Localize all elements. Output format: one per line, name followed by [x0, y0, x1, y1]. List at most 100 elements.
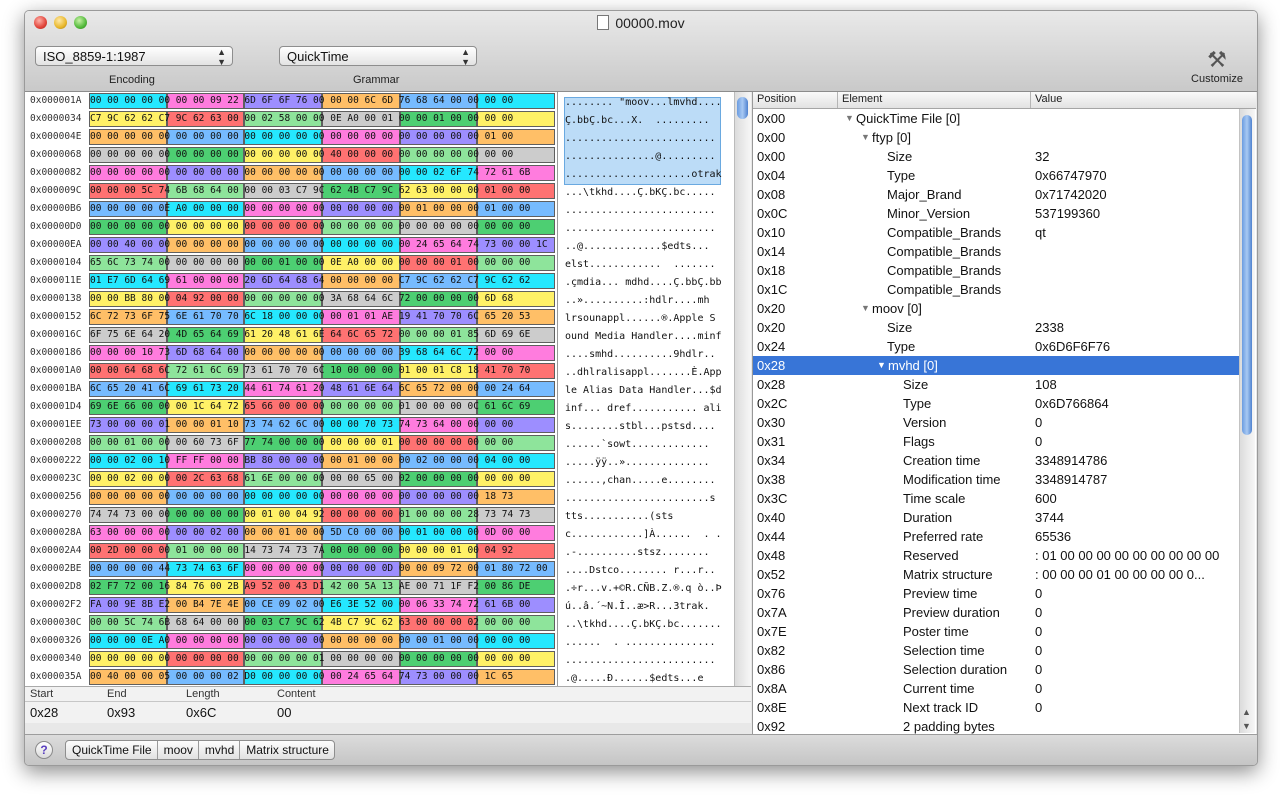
outline-row[interactable]: 0x48 Reserved: 01 00 00 00 00 00 00 00 00…	[753, 546, 1239, 565]
hex-row[interactable]: 0x000023C 00 00 02 00 00 00 2C 63 68 61 6…	[25, 470, 557, 488]
hex-bytes[interactable]: 00 00 00 10 73 6D 68 64 00 00 00 00 00 0…	[90, 345, 555, 361]
hex-row[interactable]: 0x0000340 00 00 00 00 00 00 00 00 00 00 0…	[25, 650, 557, 668]
hex-row[interactable]: 0x00000D0 00 00 00 00 00 00 00 00 00 00 0…	[25, 218, 557, 236]
outline-row[interactable]: 0x20 ▼ moov [0]	[753, 299, 1239, 318]
hex-row[interactable]: 0x00001A0 00 00 64 68 6C 72 61 6C 69 73 6…	[25, 362, 557, 380]
hex-bytes[interactable]: 65 6C 73 74 00 00 00 00 00 00 00 01 00 0…	[90, 255, 555, 271]
outline-row[interactable]: 0x31 Flags 0	[753, 432, 1239, 451]
hex-bytes[interactable]: 00 00 00 5C 74 6B 68 64 00 00 00 03 C7 9…	[90, 183, 555, 199]
outline-scroll-thumb[interactable]	[1242, 115, 1252, 435]
ascii-row[interactable]: ..\tkhd....Ç.bKÇ.bc.......	[565, 616, 745, 634]
ascii-row[interactable]: ....smhd..........9hdlr..	[565, 346, 745, 364]
hex-bytes[interactable]: 74 74 73 00 00 00 00 00 00 00 01 00 04 9…	[90, 507, 555, 523]
ascii-row[interactable]: .........................	[565, 652, 745, 670]
ascii-row[interactable]: ..dhlralisappl.......È.App	[565, 364, 745, 382]
ascii-row[interactable]: ....Dstco........ r...r..	[565, 562, 745, 580]
outline-row[interactable]: 0x30 Version 0	[753, 413, 1239, 432]
hex-row[interactable]: 0x00002D8 02 F7 72 00 16 84 76 00 2B A9 5…	[25, 578, 557, 596]
encoding-popup[interactable]: ISO_8859-1:1987 ▲ ▼	[35, 46, 233, 67]
ascii-row[interactable]: .-..........stsz........	[565, 544, 745, 562]
hex-bytes[interactable]: 69 6E 66 00 00 00 1C 64 72 65 66 00 00 0…	[90, 399, 555, 415]
hex-row[interactable]: 0x0000270 74 74 73 00 00 00 00 00 00 00 0…	[25, 506, 557, 524]
hex-bytes[interactable]: 00 00 5C 74 6B 68 64 00 00 00 03 C7 9C 6…	[90, 615, 555, 631]
ascii-row[interactable]: tts...........(sts	[565, 508, 745, 526]
hex-row[interactable]: 0x00000B6 00 00 00 00 0E A0 00 00 00 00 0…	[25, 200, 557, 218]
ascii-row[interactable]: le Alias Data Handler...$d	[565, 382, 745, 400]
scroll-up-icon[interactable]: ▲	[1242, 707, 1251, 717]
hex-bytes[interactable]: 00 00 02 00 00 00 2C 63 68 61 6E 00 00 0…	[90, 471, 555, 487]
hex-bytes[interactable]: 73 00 00 00 01 00 00 01 10 73 74 62 6C 0…	[90, 417, 555, 433]
element-column-header[interactable]: Element	[842, 93, 882, 105]
hex-row[interactable]: 0x00000EA 00 00 40 00 00 00 00 00 00 00 0…	[25, 236, 557, 254]
outline-row[interactable]: 0x8E Next track ID 0	[753, 698, 1239, 717]
hex-row[interactable]: 0x00002F2 FA 00 9E 8B E2 00 B4 7E 4E 00 C…	[25, 596, 557, 614]
hex-bytes[interactable]: 00 00 00 00 00 00 00 09 22 6D 6F 6F 76 0…	[90, 93, 555, 109]
outline-row[interactable]: 0x00 ▼ ftyp [0]	[753, 128, 1239, 147]
outline-row-selected[interactable]: 0x28 ▼ mvhd [0]	[753, 356, 1239, 375]
ascii-row[interactable]: ..@.............$edts...	[565, 238, 745, 256]
outline-row[interactable]: 0x44 Preferred rate 65536	[753, 527, 1239, 546]
hex-bytes[interactable]: C7 9C 62 62 C7 9C 62 63 00 00 02 58 00 0…	[90, 111, 555, 127]
hex-row[interactable]: 0x000011E 01 E7 6D 64 69 61 00 00 00 20 6…	[25, 272, 557, 290]
outline-row[interactable]: 0x8A Current time 0	[753, 679, 1239, 698]
hex-row[interactable]: 0x000001A 00 00 00 00 00 00 00 09 22 6D 6…	[25, 92, 557, 110]
hex-row[interactable]: 0x000030C 00 00 5C 74 6B 68 64 00 00 00 0…	[25, 614, 557, 632]
outline-row[interactable]: 0x7E Poster time 0	[753, 622, 1239, 641]
ascii-row[interactable]: ú..â.´~N.Î..æ>R...3trak.	[565, 598, 745, 616]
structure-outline[interactable]: Position Element Value 0x00 ▼ QuickTime Fi…	[752, 92, 1256, 734]
breadcrumb-item[interactable]: Matrix structure	[240, 741, 334, 759]
outline-row[interactable]: 0x38 Modification time 3348914787	[753, 470, 1239, 489]
ascii-view[interactable]: ........ "moov...lmvhd.... Ç.bbÇ.bc...X. …	[558, 92, 751, 686]
outline-row[interactable]: 0x0C Minor_Version 537199360	[753, 204, 1239, 223]
ascii-row[interactable]: .........................	[565, 130, 745, 148]
ascii-row[interactable]: ......,chan.....e........	[565, 472, 745, 490]
hex-row[interactable]: 0x00001BA 6C 65 20 41 6C 69 61 73 20 44 6…	[25, 380, 557, 398]
ascii-row[interactable]: .÷r...v.+©R.CÑB.Z.®.q ò..Þ	[565, 580, 745, 598]
hex-view[interactable]: 0x000001A 00 00 00 00 00 00 00 09 22 6D 6…	[25, 92, 558, 686]
hex-bytes[interactable]: 00 00 64 68 6C 72 61 6C 69 73 61 70 70 6…	[90, 363, 555, 379]
outline-row[interactable]: 0x52 Matrix structure: 00 00 00 01 00 00 …	[753, 565, 1239, 584]
hex-row[interactable]: 0x0000082 00 00 00 00 00 00 00 00 00 00 0…	[25, 164, 557, 182]
ascii-row[interactable]: ...............@.........	[565, 148, 745, 166]
hex-bytes[interactable]: 00 00 00 00 00 00 00 00 00 00 00 00 00 0…	[90, 489, 555, 505]
outline-row[interactable]: 0x34 Creation time 3348914786	[753, 451, 1239, 470]
outline-row[interactable]: 0x00 Size 32	[753, 147, 1239, 166]
ascii-row[interactable]: ...... . ...............	[565, 634, 745, 652]
outline-row[interactable]: 0x04 Type 0x66747970	[753, 166, 1239, 185]
hex-bytes[interactable]: 00 00 02 00 10 FF FF 00 00 BB 80 00 00 0…	[90, 453, 555, 469]
hex-bytes[interactable]: 00 40 00 00 05 00 00 00 02 D0 00 00 00 0…	[90, 669, 555, 685]
outline-row[interactable]: 0x76 Preview time 0	[753, 584, 1239, 603]
outline-row[interactable]: 0x82 Selection time 0	[753, 641, 1239, 660]
hex-row[interactable]: 0x000016C 6F 75 6E 64 20 4D 65 64 69 61 2…	[25, 326, 557, 344]
ascii-row[interactable]: ..»..........:hdlr....mh	[565, 292, 745, 310]
outline-row[interactable]: 0x92 2 padding bytes	[753, 717, 1239, 734]
help-button[interactable]: ?	[35, 741, 53, 759]
outline-row[interactable]: 0x86 Selection duration 0	[753, 660, 1239, 679]
scroll-down-icon[interactable]: ▼	[1242, 721, 1251, 731]
hex-row[interactable]: 0x00002BE 00 00 00 00 44 73 74 63 6F 00 0…	[25, 560, 557, 578]
hex-bytes[interactable]: 00 00 00 0E A0 00 00 00 00 00 00 00 00 0…	[90, 633, 555, 649]
hex-row[interactable]: 0x00001D4 69 6E 66 00 00 00 1C 64 72 65 6…	[25, 398, 557, 416]
hex-row[interactable]: 0x0000068 00 00 00 00 00 00 00 00 00 00 0…	[25, 146, 557, 164]
ascii-row[interactable]: Ç.bbÇ.bc...X. .........	[565, 112, 745, 130]
hex-bytes[interactable]: 00 00 40 00 00 00 00 00 00 00 00 00 00 0…	[90, 237, 555, 253]
outline-row[interactable]: 0x1C Compatible_Brands	[753, 280, 1239, 299]
ascii-row[interactable]: ...\tkhd....Ç.bKÇ.bc.....	[565, 184, 745, 202]
outline-row[interactable]: 0x00 ▼ QuickTime File [0]	[753, 109, 1239, 128]
position-column-header[interactable]: Position	[757, 93, 796, 105]
hex-row[interactable]: 0x0000222 00 00 02 00 10 FF FF 00 00 BB 8…	[25, 452, 557, 470]
ascii-row[interactable]: inf... dref........... ali	[565, 400, 745, 418]
hex-row[interactable]: 0x0000034 C7 9C 62 62 C7 9C 62 63 00 00 0…	[25, 110, 557, 128]
disclosure-triangle-icon[interactable]: ▼	[861, 299, 870, 318]
ascii-row[interactable]: .....ÿÿ..»..............	[565, 454, 745, 472]
outline-row[interactable]: 0x20 Size 2338	[753, 318, 1239, 337]
ascii-row[interactable]: .@.....Ð......$edts...e	[565, 670, 745, 686]
customize-button[interactable]: ⚒ Customize	[1187, 47, 1247, 85]
hex-row[interactable]: 0x000004E 00 00 00 00 00 00 00 00 00 00 0…	[25, 128, 557, 146]
ascii-row[interactable]: ound Media Handler....minf	[565, 328, 745, 346]
hex-row[interactable]: 0x0000326 00 00 00 0E A0 00 00 00 00 00 0…	[25, 632, 557, 650]
ascii-row[interactable]: lrsounappl......®.Apple S	[565, 310, 745, 328]
hex-row[interactable]: 0x0000138 00 00 BB 80 00 04 92 00 00 00 0…	[25, 290, 557, 308]
ascii-row[interactable]: s........stbl...pstsd....	[565, 418, 745, 436]
hex-row[interactable]: 0x0000208 00 00 01 00 00 00 60 73 6F 77 7…	[25, 434, 557, 452]
